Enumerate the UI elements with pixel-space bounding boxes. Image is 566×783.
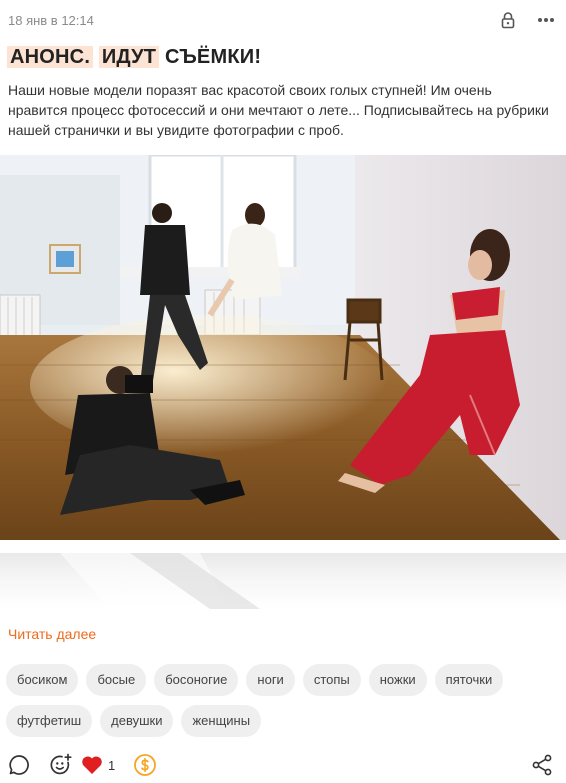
post-date[interactable]: 18 янв в 12:14 bbox=[8, 13, 94, 28]
add-reaction-icon[interactable] bbox=[49, 751, 73, 779]
more-icon[interactable] bbox=[536, 10, 556, 30]
post-header: 18 янв в 12:14 bbox=[8, 8, 556, 32]
like-count: 1 bbox=[108, 757, 116, 773]
post-title: АНОНС. ИДУТ СЪЁМКИ! bbox=[7, 46, 262, 69]
title-word-3: СЪЁМКИ! bbox=[164, 46, 262, 68]
tag-item[interactable]: стопы bbox=[302, 664, 361, 696]
post-text: Наши новые модели поразят вас красотой с… bbox=[8, 82, 549, 138]
tag-item[interactable]: ножки bbox=[368, 664, 427, 696]
heart-icon bbox=[81, 755, 103, 775]
tag-item[interactable]: босиком bbox=[6, 664, 79, 696]
tag-item[interactable]: футфетиш bbox=[6, 705, 93, 737]
comment-icon[interactable] bbox=[8, 751, 30, 779]
tag-item[interactable]: ноги bbox=[246, 664, 295, 696]
title-word-2: ИДУТ bbox=[98, 46, 160, 68]
post-footer: 1 bbox=[8, 751, 554, 779]
title-word-1: АНОНС. bbox=[7, 46, 94, 68]
read-more-link[interactable]: Читать далее bbox=[8, 626, 96, 642]
tags-list: босиком босые босоногие ноги стопы ножки… bbox=[6, 664, 560, 737]
tag-item[interactable]: женщины bbox=[181, 705, 262, 737]
like-button[interactable]: 1 bbox=[81, 751, 115, 779]
header-actions bbox=[498, 10, 556, 30]
footer-actions: 1 bbox=[8, 751, 157, 779]
tag-item[interactable]: пяточки bbox=[434, 664, 504, 696]
share-icon[interactable] bbox=[530, 751, 554, 779]
lock-icon[interactable] bbox=[498, 10, 518, 30]
tag-item[interactable]: босые bbox=[86, 664, 147, 696]
coin-icon[interactable] bbox=[133, 751, 157, 779]
photo-fade bbox=[0, 553, 566, 609]
tag-item[interactable]: девушки bbox=[100, 705, 174, 737]
post-photo[interactable] bbox=[0, 155, 566, 540]
tag-item[interactable]: босоногие bbox=[154, 664, 239, 696]
